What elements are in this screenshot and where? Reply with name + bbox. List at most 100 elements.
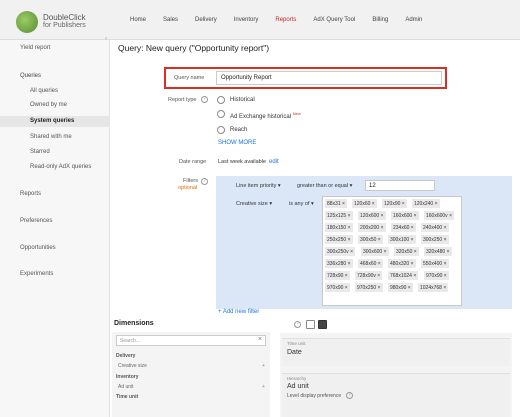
query-name-input[interactable]: Opportunity Report bbox=[216, 71, 442, 85]
nav-delivery[interactable]: Delivery bbox=[195, 17, 217, 23]
date-range-label: Date range bbox=[179, 159, 207, 165]
creative-size-chip[interactable]: 728x90 × bbox=[325, 271, 350, 280]
filters-label: Filters bbox=[183, 178, 198, 184]
nav-billing[interactable]: Billing bbox=[372, 17, 388, 23]
report-type-label: Report type bbox=[168, 97, 197, 103]
logo-line1: DoubleClick bbox=[43, 13, 86, 22]
nav-reports[interactable]: Reports bbox=[275, 17, 296, 23]
add-new-filter-link[interactable]: + Add new filter bbox=[218, 309, 259, 315]
sidebar-experiments[interactable]: Experiments bbox=[20, 271, 53, 277]
creative-size-chip[interactable]: 336x280 × bbox=[325, 259, 353, 268]
dimensions-title: Dimensions bbox=[114, 320, 154, 327]
creative-size-chip[interactable]: 970x250 × bbox=[355, 283, 383, 292]
report-type-help-icon[interactable]: ? bbox=[201, 96, 208, 103]
nav-sales[interactable]: Sales bbox=[163, 17, 178, 23]
creative-size-chip[interactable]: 300x250v × bbox=[325, 247, 355, 256]
show-more-link[interactable]: SHOW MORE bbox=[218, 140, 256, 146]
creative-size-chip[interactable]: 300x250 × bbox=[421, 235, 449, 244]
creative-size-chip[interactable]: 160x600v × bbox=[424, 211, 454, 220]
selected-dimension-label: Hierarchy bbox=[287, 376, 307, 381]
filters-help-icon[interactable]: ? bbox=[201, 178, 208, 185]
dimensions-help-icon[interactable]: ? bbox=[294, 321, 301, 328]
collapse-sidebar-icon[interactable]: ‹ bbox=[105, 36, 107, 42]
creative-size-chip[interactable]: 120x240 × bbox=[412, 199, 440, 208]
creative-size-chip[interactable]: 250x250 × bbox=[325, 235, 353, 244]
creative-size-chip[interactable]: 728x90v × bbox=[355, 271, 383, 280]
sidebar-queries[interactable]: Queries bbox=[20, 73, 41, 79]
creative-size-chip[interactable]: 200x200 × bbox=[358, 223, 386, 232]
sidebar-item-starred[interactable]: Starred bbox=[30, 149, 50, 155]
report-type-historical: Historical bbox=[230, 97, 255, 103]
radio-adx-historical[interactable] bbox=[217, 110, 225, 118]
list-view-icon[interactable] bbox=[306, 320, 315, 329]
creative-size-chip[interactable]: 970x90 × bbox=[424, 271, 449, 280]
selected-dimension-label: Time unit bbox=[287, 341, 306, 346]
level-display-preference: Level display preference bbox=[287, 393, 342, 399]
radio-reach[interactable] bbox=[217, 126, 225, 134]
creative-size-chip[interactable]: 234x60 × bbox=[391, 223, 416, 232]
creative-size-chip[interactable]: 970x90 × bbox=[325, 283, 350, 292]
sidebar-item-all-queries[interactable]: All queries bbox=[30, 88, 58, 94]
new-badge: New bbox=[292, 111, 301, 116]
creative-size-chip[interactable]: 480x320 × bbox=[388, 259, 416, 268]
filter-field-creative-size[interactable]: Creative size ▾ bbox=[236, 201, 272, 207]
creative-size-chip[interactable]: 1024x768 × bbox=[418, 283, 449, 292]
selected-dimension-value: Date bbox=[287, 349, 302, 356]
compact-view-icon[interactable] bbox=[318, 320, 327, 329]
sidebar-preferences[interactable]: Preferences bbox=[20, 218, 52, 224]
creative-size-chip[interactable]: 300x50 × bbox=[358, 235, 383, 244]
creative-size-chip[interactable]: 125x125 × bbox=[325, 211, 353, 220]
creative-size-chip[interactable]: 120x600 × bbox=[358, 211, 386, 220]
sidebar-yield-report[interactable]: Yield report bbox=[20, 45, 50, 51]
sidebar-reports[interactable]: Reports bbox=[20, 191, 41, 197]
dfp-logo[interactable]: DoubleClick for Publishers bbox=[16, 11, 86, 33]
filter-field-line-item-priority[interactable]: Line item priority ▾ bbox=[236, 183, 281, 189]
top-bar: DoubleClick for Publishers Home Sales De… bbox=[0, 0, 520, 40]
query-name-label: Query name bbox=[174, 75, 205, 81]
date-range-edit-link[interactable]: edit bbox=[269, 159, 279, 165]
dimension-group-delivery: Delivery bbox=[116, 353, 136, 359]
creative-size-chip[interactable]: 88x31 × bbox=[325, 199, 347, 208]
add-dimension-icon[interactable]: + bbox=[262, 363, 265, 369]
selected-dimension-time-unit[interactable] bbox=[282, 338, 510, 366]
creative-size-chip[interactable]: 468x60 × bbox=[358, 259, 383, 268]
sidebar-item-readonly-adx[interactable]: Read-only AdX queries bbox=[30, 164, 91, 170]
filter-priority-value-input[interactable]: 12 bbox=[365, 180, 435, 191]
clear-search-icon[interactable]: × bbox=[258, 336, 262, 343]
sidebar-item-system-queries[interactable]: System queries bbox=[30, 118, 74, 124]
creative-size-chip[interactable]: 120x90 × bbox=[382, 199, 407, 208]
nav-admin[interactable]: Admin bbox=[405, 17, 422, 23]
logo-line2: for Publishers bbox=[43, 22, 86, 29]
left-sidebar bbox=[0, 40, 110, 417]
sidebar-opportunities[interactable]: Opportunities bbox=[20, 245, 56, 251]
nav-adx-query-tool[interactable]: AdX Query Tool bbox=[313, 17, 355, 23]
radio-historical[interactable] bbox=[217, 96, 225, 104]
dimension-group-time-unit: Time unit bbox=[116, 394, 139, 400]
level-preference-help-icon[interactable]: ? bbox=[346, 392, 353, 399]
dimension-creative-size[interactable]: Creative size bbox=[118, 363, 147, 369]
dimension-search-input[interactable]: Search... bbox=[116, 335, 266, 346]
creative-size-chip[interactable]: 120x60 × bbox=[352, 199, 377, 208]
creative-size-chip[interactable]: 320x50 × bbox=[394, 247, 419, 256]
creative-size-chip[interactable]: 180x150 × bbox=[325, 223, 353, 232]
filters-optional: optional bbox=[178, 185, 198, 191]
date-range-value: Last week available bbox=[218, 159, 267, 165]
creative-size-chip[interactable]: 300x100 × bbox=[388, 235, 416, 244]
nav-home[interactable]: Home bbox=[130, 17, 146, 23]
selected-dimension-value: Ad unit bbox=[287, 383, 309, 390]
dimension-ad-unit[interactable]: Ad unit bbox=[118, 384, 134, 390]
creative-size-chip[interactable]: 300x600 × bbox=[361, 247, 389, 256]
page-title: Query: New query ("Opportunity report") bbox=[118, 43, 270, 53]
creative-size-chip[interactable]: 320x480 × bbox=[424, 247, 452, 256]
creative-size-chip[interactable]: 980x90 × bbox=[388, 283, 413, 292]
creative-size-chip[interactable]: 550x400 × bbox=[421, 259, 449, 268]
creative-size-chip[interactable]: 768x1024 × bbox=[388, 271, 419, 280]
filter-operator-any-of[interactable]: is any of ▾ bbox=[289, 201, 314, 207]
nav-inventory[interactable]: Inventory bbox=[234, 17, 259, 23]
add-dimension-icon[interactable]: + bbox=[262, 384, 265, 390]
creative-size-chip[interactable]: 160x600 × bbox=[391, 211, 419, 220]
filter-operator-gte[interactable]: greater than or equal ▾ bbox=[297, 183, 352, 189]
sidebar-item-shared-with-me[interactable]: Shared with me bbox=[30, 134, 72, 140]
sidebar-item-owned-by-me[interactable]: Owned by me bbox=[30, 102, 67, 108]
creative-size-chip[interactable]: 240x400 × bbox=[421, 223, 449, 232]
